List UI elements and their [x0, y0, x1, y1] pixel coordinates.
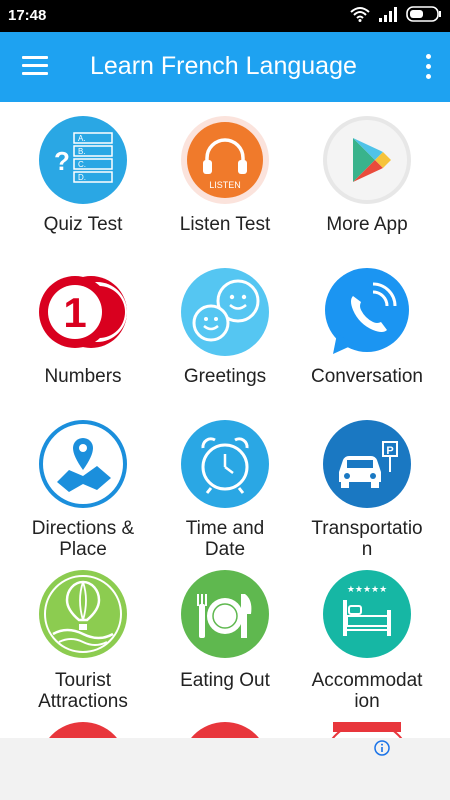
grid-item-partial[interactable] [150, 722, 300, 738]
signal-icon [379, 7, 397, 22]
grid-item-tourist-attractions[interactable]: Tourist Attractions [8, 570, 158, 712]
status-time: 17:48 [8, 7, 47, 24]
grid-item-label-line2: Place [59, 539, 107, 560]
grid-item-label: Listen Test [179, 214, 271, 235]
grid-item-directions-place[interactable]: Directions & Place [8, 420, 158, 560]
partial-red-icon [191, 722, 259, 738]
hotel-bed-icon: ★★★★★ [323, 570, 411, 658]
category-grid: ? A. B. C. D. Quiz Test LISTEN Listen Te… [0, 102, 450, 738]
grid-item-label: Conversation [311, 366, 423, 387]
grid-item-label: Numbers [44, 366, 122, 387]
partial-red-icon [49, 722, 117, 738]
grid-item-quiz-test[interactable]: ? A. B. C. D. Quiz Test [8, 116, 158, 246]
number-one-icon: 1 [39, 276, 127, 348]
info-icon[interactable] [374, 740, 390, 756]
quiz-icon: ? A. B. C. D. [39, 116, 127, 204]
grid-item-label: Transportatio [311, 518, 423, 539]
grid-item-label: Time and [185, 518, 265, 539]
app-title: Learn French Language [90, 52, 357, 80]
car-parking-icon: P [323, 420, 411, 508]
grid-item-label: Tourist [55, 670, 111, 691]
grid-item-numbers[interactable]: 1 Numbers [8, 268, 158, 398]
grid-item-time-and-date[interactable]: Time and Date [150, 420, 300, 560]
alarm-clock-icon [181, 420, 269, 508]
overflow-menu-button[interactable] [420, 52, 436, 82]
grid-item-label: Quiz Test [43, 214, 123, 235]
svg-text:★★★★★: ★★★★★ [347, 585, 387, 595]
system-icons [350, 6, 442, 22]
grid-item-label: More App [326, 214, 408, 235]
grid-item-label: Greetings [183, 366, 267, 387]
app-bar: Learn French Language [0, 32, 450, 102]
grid-item-accommodation[interactable]: ★★★★★ Accommodat ion [292, 570, 442, 712]
grid-item-more-app[interactable]: More App [292, 116, 442, 246]
battery-icon [406, 6, 441, 22]
grid-item-label: Directions & [31, 518, 135, 539]
phone-chat-icon [325, 268, 409, 354]
quiz-option-b: B. [78, 147, 86, 156]
menu-button[interactable] [22, 54, 48, 78]
play-store-icon [323, 116, 411, 204]
grid-item-eating-out[interactable]: Eating Out [150, 570, 300, 710]
plate-cutlery-icon [181, 570, 269, 658]
grid-item-listen-test[interactable]: LISTEN Listen Test [150, 116, 300, 246]
parking-letter: P [386, 445, 393, 457]
grid-item-label-line2: Attractions [38, 691, 128, 712]
quiz-option-c: C. [78, 160, 86, 169]
hot-air-balloon-icon [39, 570, 127, 658]
quiz-option-d: D. [78, 173, 86, 182]
grid-item-conversation[interactable]: Conversation [292, 268, 442, 398]
wifi-icon [350, 7, 370, 22]
partial-flag-icon [331, 722, 403, 738]
listen-badge-text: LISTEN [209, 180, 241, 190]
grid-item-partial[interactable] [292, 722, 442, 738]
grid-item-label: Eating Out [180, 670, 270, 691]
svg-text:?: ? [54, 146, 70, 176]
map-pin-icon [39, 420, 127, 508]
grid-item-partial[interactable] [8, 722, 158, 738]
grid-item-greetings[interactable]: Greetings [150, 268, 300, 398]
grid-item-label: Accommodat [311, 670, 423, 691]
smiley-chat-icon [181, 268, 269, 356]
grid-item-label-line2: n [361, 539, 373, 560]
grid-item-transportation[interactable]: P Transportatio n [292, 420, 442, 560]
grid-item-label-line2: ion [354, 691, 380, 712]
number-digit: 1 [63, 289, 86, 336]
quiz-option-a: A. [78, 134, 86, 143]
headphones-icon: LISTEN [181, 116, 269, 204]
status-bar: 17:48 [0, 0, 450, 32]
ad-banner[interactable] [0, 738, 450, 800]
grid-item-label-line2: Date [204, 539, 246, 560]
